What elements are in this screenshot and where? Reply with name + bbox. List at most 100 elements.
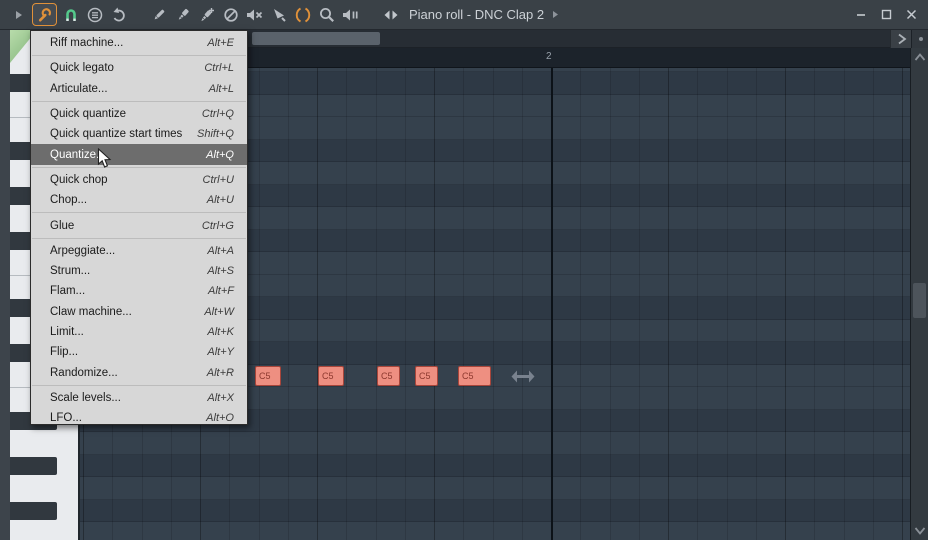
scroll-up-button[interactable] xyxy=(911,48,928,66)
menu-item-glue[interactable]: Glue Ctrl+G xyxy=(31,215,247,235)
grid-line xyxy=(697,68,699,540)
select-brackets-icon xyxy=(295,7,310,22)
vertical-scrollbar-thumb[interactable] xyxy=(913,283,926,318)
menu-separator xyxy=(32,212,246,214)
midi-note[interactable]: C5 xyxy=(255,366,281,386)
menu-item-shortcut: Ctrl+U xyxy=(202,173,234,186)
menu-item-label: Scale levels... xyxy=(50,391,121,404)
menu-item-quick-chop[interactable]: Quick chop Ctrl+U xyxy=(31,170,247,190)
menu-item-claw-machine[interactable]: Claw machine... Alt+W xyxy=(31,302,247,322)
menu-item-limit[interactable]: Limit... Alt+K xyxy=(31,322,247,342)
menu-item-label: Flam... xyxy=(50,285,86,298)
undo-button[interactable] xyxy=(108,4,129,26)
speaker-mute-icon xyxy=(247,9,263,20)
magnet-icon xyxy=(65,8,76,21)
grid-line xyxy=(346,68,348,540)
speaker-pause-icon xyxy=(343,9,358,20)
menu-list-button[interactable] xyxy=(84,4,105,26)
menu-item-label: Claw machine... xyxy=(50,305,132,318)
midi-note[interactable]: C5 xyxy=(415,366,438,386)
title-caret-icon[interactable] xyxy=(552,6,559,24)
menu-item-label: Quick quantize start times xyxy=(50,128,183,141)
menu-item-quick-quantize[interactable]: Quick quantize Ctrl+Q xyxy=(31,104,247,124)
minimize-button[interactable] xyxy=(854,8,868,22)
panel-menu-button[interactable] xyxy=(911,30,928,48)
menu-item-label: Articulate... xyxy=(50,82,108,95)
menu-item-quick-quantize-start-times[interactable]: Quick quantize start times Shift+Q xyxy=(31,124,247,144)
black-key[interactable] xyxy=(10,456,57,475)
vertical-scrollbar[interactable] xyxy=(910,48,928,540)
scroll-down-button[interactable] xyxy=(911,522,928,540)
menu-item-strum[interactable]: Strum... Alt+S xyxy=(31,261,247,281)
menu-separator xyxy=(32,384,246,386)
menu-item-shortcut: Alt+L xyxy=(208,82,234,95)
scroll-next-button[interactable] xyxy=(890,30,912,48)
menu-item-chop[interactable]: Chop... Alt+U xyxy=(31,190,247,210)
menu-separator xyxy=(32,55,246,57)
menu-item-label: Quick chop xyxy=(50,173,108,186)
menu-item-articulate[interactable]: Articulate... Alt+L xyxy=(31,79,247,99)
window-title: Piano roll - DNC Clap 2 xyxy=(409,7,545,22)
menu-item-quick-legato[interactable]: Quick legato Ctrl+L xyxy=(31,58,247,78)
midi-note[interactable]: C5 xyxy=(318,366,344,386)
menu-item-flip[interactable]: Flip... Alt+Y xyxy=(31,342,247,362)
mute-tool-button[interactable] xyxy=(244,4,265,26)
menu-item-shortcut: Alt+F xyxy=(208,285,234,298)
delete-slash-button[interactable] xyxy=(220,4,241,26)
pencil-icon xyxy=(154,9,164,19)
link-arrows-icon[interactable] xyxy=(380,4,401,26)
mouse-cursor-icon xyxy=(97,148,112,168)
select-tool-button[interactable] xyxy=(292,4,313,26)
menu-item-label: Riff machine... xyxy=(50,37,124,50)
grid-line xyxy=(902,68,903,540)
slip-tool-button[interactable] xyxy=(268,4,289,26)
zoom-tool-button[interactable] xyxy=(316,4,337,26)
paint-brush-button[interactable] xyxy=(172,4,193,26)
menu-separator xyxy=(32,166,246,168)
menu-item-shortcut: Alt+E xyxy=(207,37,234,50)
piano-roll-toolbar: Piano roll - DNC Clap 2 xyxy=(0,0,928,30)
grid-line xyxy=(521,68,523,540)
menu-item-shortcut: Alt+A xyxy=(207,244,234,257)
black-key[interactable] xyxy=(10,501,57,520)
menu-item-shortcut: Alt+W xyxy=(204,305,234,318)
grid-line xyxy=(463,68,465,540)
expand-caret-icon[interactable] xyxy=(8,4,29,26)
grid-line xyxy=(580,68,582,540)
menu-separator xyxy=(32,100,246,102)
tools-wrench-button[interactable] xyxy=(32,3,57,26)
menu-item-riff-machine[interactable]: Riff machine... Alt+E xyxy=(31,33,247,53)
menu-item-arpeggiate[interactable]: Arpeggiate... Alt+A xyxy=(31,241,247,261)
menu-item-shortcut: Shift+Q xyxy=(197,128,234,141)
menu-item-shortcut: Alt+R xyxy=(206,366,234,379)
list-icon xyxy=(87,7,102,22)
grid-line xyxy=(726,68,728,540)
grid-line xyxy=(785,68,786,540)
horizontal-scrollbar-thumb[interactable] xyxy=(252,32,380,45)
menu-item-label: Quick quantize xyxy=(50,108,127,121)
menu-item-label: Quick legato xyxy=(50,62,114,75)
paint-brush-add-button[interactable] xyxy=(196,4,217,26)
midi-note[interactable]: C5 xyxy=(377,366,400,386)
midi-note[interactable]: C5 xyxy=(458,366,491,386)
menu-item-lfo[interactable]: LFO... Alt+O xyxy=(31,408,247,428)
playback-tool-button[interactable] xyxy=(340,4,361,26)
close-button[interactable] xyxy=(904,8,918,22)
maximize-button[interactable] xyxy=(879,8,893,22)
menu-item-label: Chop... xyxy=(50,194,88,207)
draw-pencil-button[interactable] xyxy=(148,4,169,26)
menu-item-shortcut: Ctrl+G xyxy=(201,219,234,232)
grid-line xyxy=(872,68,874,540)
menu-item-quantize[interactable]: Quantize... Alt+Q xyxy=(31,144,247,165)
menu-item-shortcut: Alt+K xyxy=(207,326,234,338)
menu-item-flam[interactable]: Flam... Alt+F xyxy=(31,281,247,301)
grid-line xyxy=(375,68,377,540)
bar-number-label: 2 xyxy=(546,51,552,62)
snap-magnet-button[interactable] xyxy=(60,4,81,26)
menu-item-label: LFO... xyxy=(50,412,82,425)
menu-item-scale-levels[interactable]: Scale levels... Alt+X xyxy=(31,388,247,408)
grid-line xyxy=(814,68,816,540)
menu-item-randomize[interactable]: Randomize... Alt+R xyxy=(31,362,247,382)
horizontal-resize-cursor-icon xyxy=(511,370,535,383)
brush-add-icon xyxy=(200,7,214,21)
